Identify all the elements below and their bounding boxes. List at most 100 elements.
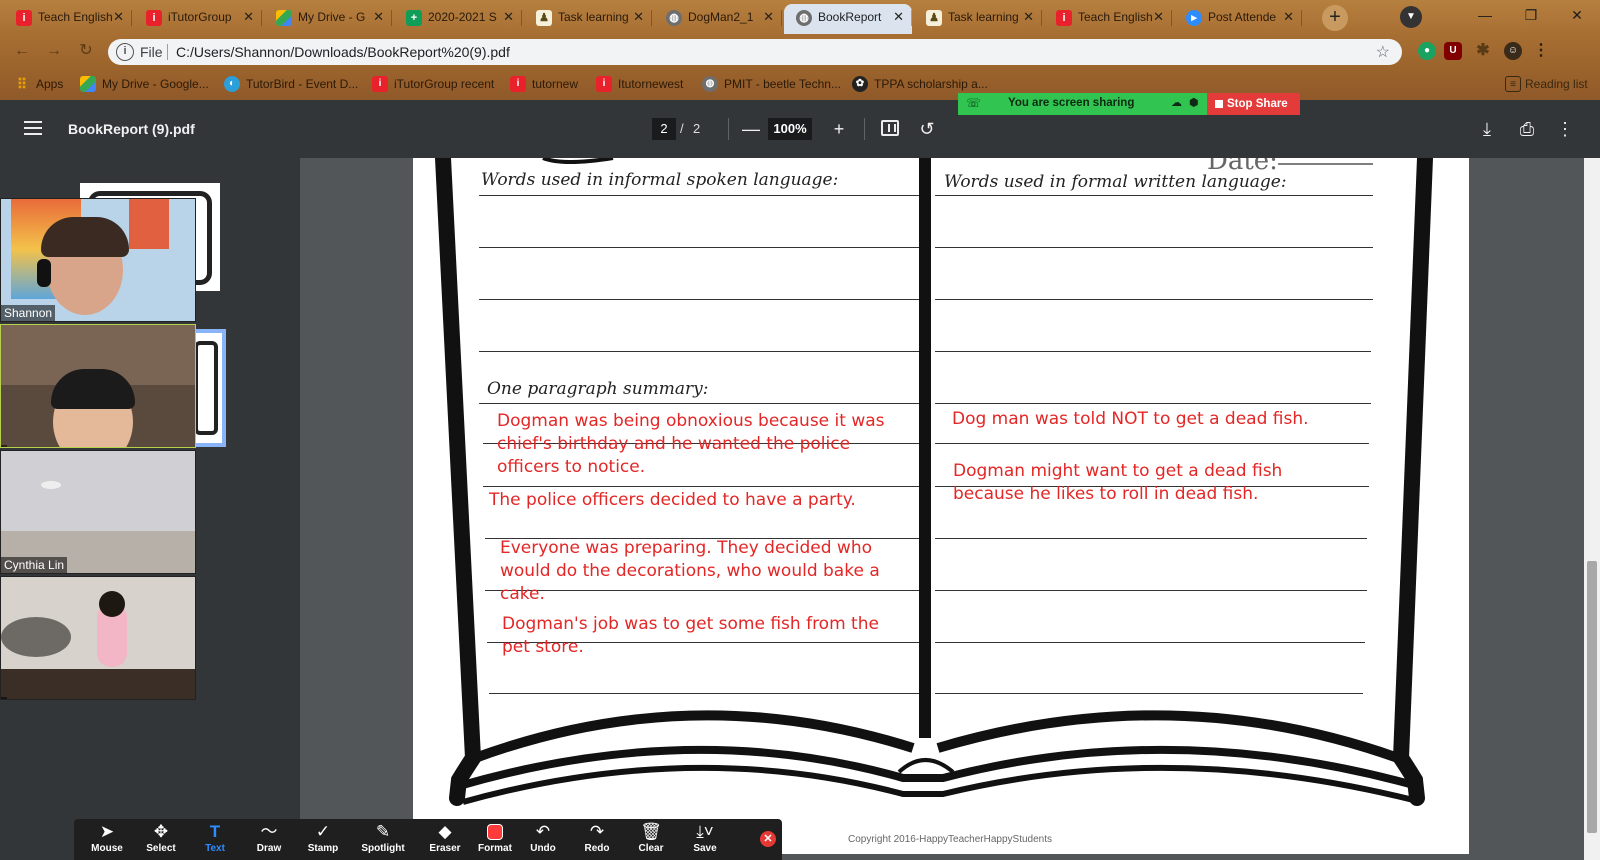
- minimize-button[interactable]: —: [1462, 0, 1508, 30]
- rotate-icon[interactable]: ↺: [914, 116, 940, 142]
- new-tab-button[interactable]: +: [1322, 5, 1348, 31]
- tab-my-drive[interactable]: My Drive - G ✕: [264, 4, 392, 34]
- close-window-button[interactable]: ✕: [1554, 0, 1600, 30]
- close-icon[interactable]: ✕: [633, 4, 644, 30]
- headset-icon: [37, 259, 51, 287]
- ruled-line: [935, 403, 1371, 404]
- annotation-text[interactable]: Dogman was being obnoxious because it wa…: [497, 410, 907, 479]
- redo-button[interactable]: ↷ Redo: [568, 821, 626, 859]
- zoom-input[interactable]: 100%: [768, 118, 812, 140]
- puzzle-icon[interactable]: ✱: [1474, 42, 1492, 60]
- ruled-line: [489, 693, 919, 694]
- download-icon[interactable]: ⤓: [1474, 116, 1500, 142]
- bookmark-apps[interactable]: ⠿ Apps: [14, 75, 64, 93]
- close-toolbar-button[interactable]: ✕: [760, 831, 776, 847]
- tab-bookreport[interactable]: ◍ BookReport ✕: [784, 4, 912, 34]
- bookmark-pmit[interactable]: ◍ PMIT - beetle Techn...: [702, 75, 841, 93]
- close-icon[interactable]: ✕: [763, 4, 774, 30]
- info-icon[interactable]: i: [116, 43, 134, 61]
- checkmark-icon: ✓: [315, 822, 331, 841]
- tab-task-learning-2[interactable]: ♟ Task learning ✕: [914, 4, 1042, 34]
- ublock-icon[interactable]: U: [1444, 42, 1462, 60]
- more-options-icon[interactable]: ⋮: [1552, 116, 1578, 142]
- participant-video-1[interactable]: Shannon: [0, 198, 196, 322]
- itutor-icon: i: [1056, 10, 1072, 26]
- itutor-icon: i: [146, 10, 162, 26]
- zoom-out-button[interactable]: —: [738, 116, 764, 142]
- annotation-text[interactable]: Dog man was told NOT to get a dead fish.: [952, 408, 1362, 431]
- scrollbar-thumb[interactable]: [1587, 561, 1597, 833]
- close-icon[interactable]: ✕: [373, 4, 384, 30]
- participant-video-3[interactable]: Cynthia Lin: [0, 450, 196, 574]
- undo-button[interactable]: ↶ Undo: [514, 821, 572, 859]
- bookmark-tutornew[interactable]: i tutornew: [510, 75, 578, 93]
- bookmark-label: Apps: [36, 77, 64, 91]
- spotlight-tool-button[interactable]: ✎ Spotlight: [354, 821, 412, 859]
- mouse-tool-button[interactable]: ➤ Mouse: [78, 821, 136, 859]
- back-button[interactable]: ←: [10, 40, 34, 62]
- scrollbar[interactable]: [1584, 158, 1600, 860]
- text-tool-button[interactable]: T Text: [186, 821, 244, 859]
- bookmark-my-drive[interactable]: My Drive - Google...: [80, 75, 209, 93]
- close-icon[interactable]: ✕: [893, 4, 904, 30]
- extension-green-icon[interactable]: ●: [1418, 42, 1436, 60]
- draw-tool-button[interactable]: 〜 Draw: [240, 821, 298, 859]
- bookmark-label: TPPA scholarship a...: [874, 77, 988, 91]
- tab-dogman[interactable]: ◍ DogMan2_1 ✕: [654, 4, 782, 34]
- tab-post-attendee[interactable]: ▸ Post Attende ✕: [1174, 4, 1302, 34]
- menu-icon[interactable]: [24, 121, 42, 135]
- screen-share-banner[interactable]: ☏ You are screen sharing ☁ ⬢: [958, 93, 1207, 115]
- bookmark-label: Itutornewest: [618, 77, 684, 91]
- participant-video-2[interactable]: [0, 324, 196, 448]
- tab-teach-english-2[interactable]: i Teach English ✕: [1044, 4, 1172, 34]
- bookmark-itutornewest[interactable]: i Itutornewest: [596, 75, 683, 93]
- bookmark-tppa[interactable]: ✿ TPPA scholarship a...: [852, 75, 988, 93]
- tab-teach-english-1[interactable]: i Teach English ✕: [4, 4, 132, 34]
- url-text[interactable]: C:/Users/Shannon/Downloads/BookReport%20…: [176, 44, 510, 60]
- close-icon[interactable]: ✕: [1153, 4, 1164, 30]
- avatar[interactable]: ☺: [1504, 42, 1522, 60]
- tab-task-learning-1[interactable]: ♟ Task learning ✕: [524, 4, 652, 34]
- page-total: 2: [693, 121, 701, 136]
- tab-search-button[interactable]: ▼: [1400, 6, 1422, 28]
- globe-icon: ◍: [796, 10, 812, 26]
- draw-icon: 〜: [260, 822, 278, 841]
- ruled-line: [479, 247, 919, 248]
- clear-button[interactable]: 🗑 Clear: [622, 821, 680, 859]
- close-icon[interactable]: ✕: [1023, 4, 1034, 30]
- omnibox[interactable]: i File C:/Users/Shannon/Downloads/BookRe…: [108, 39, 1402, 65]
- reload-button[interactable]: ↻: [74, 40, 98, 62]
- forward-button[interactable]: →: [42, 40, 66, 62]
- tab-sheet[interactable]: + 2020-2021 S ✕: [394, 4, 522, 34]
- stamp-tool-button[interactable]: ✓ Stamp: [294, 821, 352, 859]
- tab-title: Task learning: [948, 10, 1019, 24]
- close-icon[interactable]: ✕: [243, 4, 254, 30]
- zoom-in-button[interactable]: +: [826, 116, 852, 142]
- bookmark-tutorbird[interactable]: ◐ TutorBird - Event D...: [224, 75, 358, 93]
- annotation-text[interactable]: The police officers decided to have a pa…: [489, 489, 909, 512]
- pdf-page[interactable]: Date: Words used in informal spoken lang…: [413, 158, 1469, 854]
- annotation-text[interactable]: Everyone was preparing. They decided who…: [500, 537, 900, 606]
- kebab-menu-icon[interactable]: ⋮: [1532, 42, 1550, 60]
- bookmark-itutorgroup-recent[interactable]: i iTutorGroup recent: [372, 75, 494, 93]
- reading-list-button[interactable]: ≡ Reading list: [1505, 75, 1588, 93]
- screen-share-status: You are screen sharing: [1008, 97, 1135, 109]
- ruled-line: [935, 590, 1367, 591]
- save-button[interactable]: ⤓˅ Save: [676, 821, 734, 859]
- stop-share-button[interactable]: Stop Share: [1207, 93, 1300, 115]
- select-tool-button[interactable]: ✥ Select: [132, 821, 190, 859]
- close-icon[interactable]: ✕: [503, 4, 514, 30]
- print-icon[interactable]: ⎙: [1514, 116, 1540, 142]
- page-number-input[interactable]: 2: [652, 118, 676, 140]
- fit-page-icon[interactable]: [881, 120, 899, 136]
- annotation-text[interactable]: Dogman might want to get a dead fish bec…: [953, 460, 1353, 506]
- star-icon[interactable]: ☆: [1376, 42, 1390, 62]
- phone-icon: ☏: [966, 96, 982, 110]
- tab-itutorgroup[interactable]: i iTutorGroup ✕: [134, 4, 262, 34]
- tab-title: DogMan2_1: [688, 10, 754, 24]
- annotation-text[interactable]: Dogman's job was to get some fish from t…: [502, 613, 906, 659]
- restore-button[interactable]: ❐: [1508, 0, 1554, 30]
- close-icon[interactable]: ✕: [1283, 4, 1294, 30]
- participant-video-4[interactable]: [0, 576, 196, 700]
- close-icon[interactable]: ✕: [113, 4, 124, 30]
